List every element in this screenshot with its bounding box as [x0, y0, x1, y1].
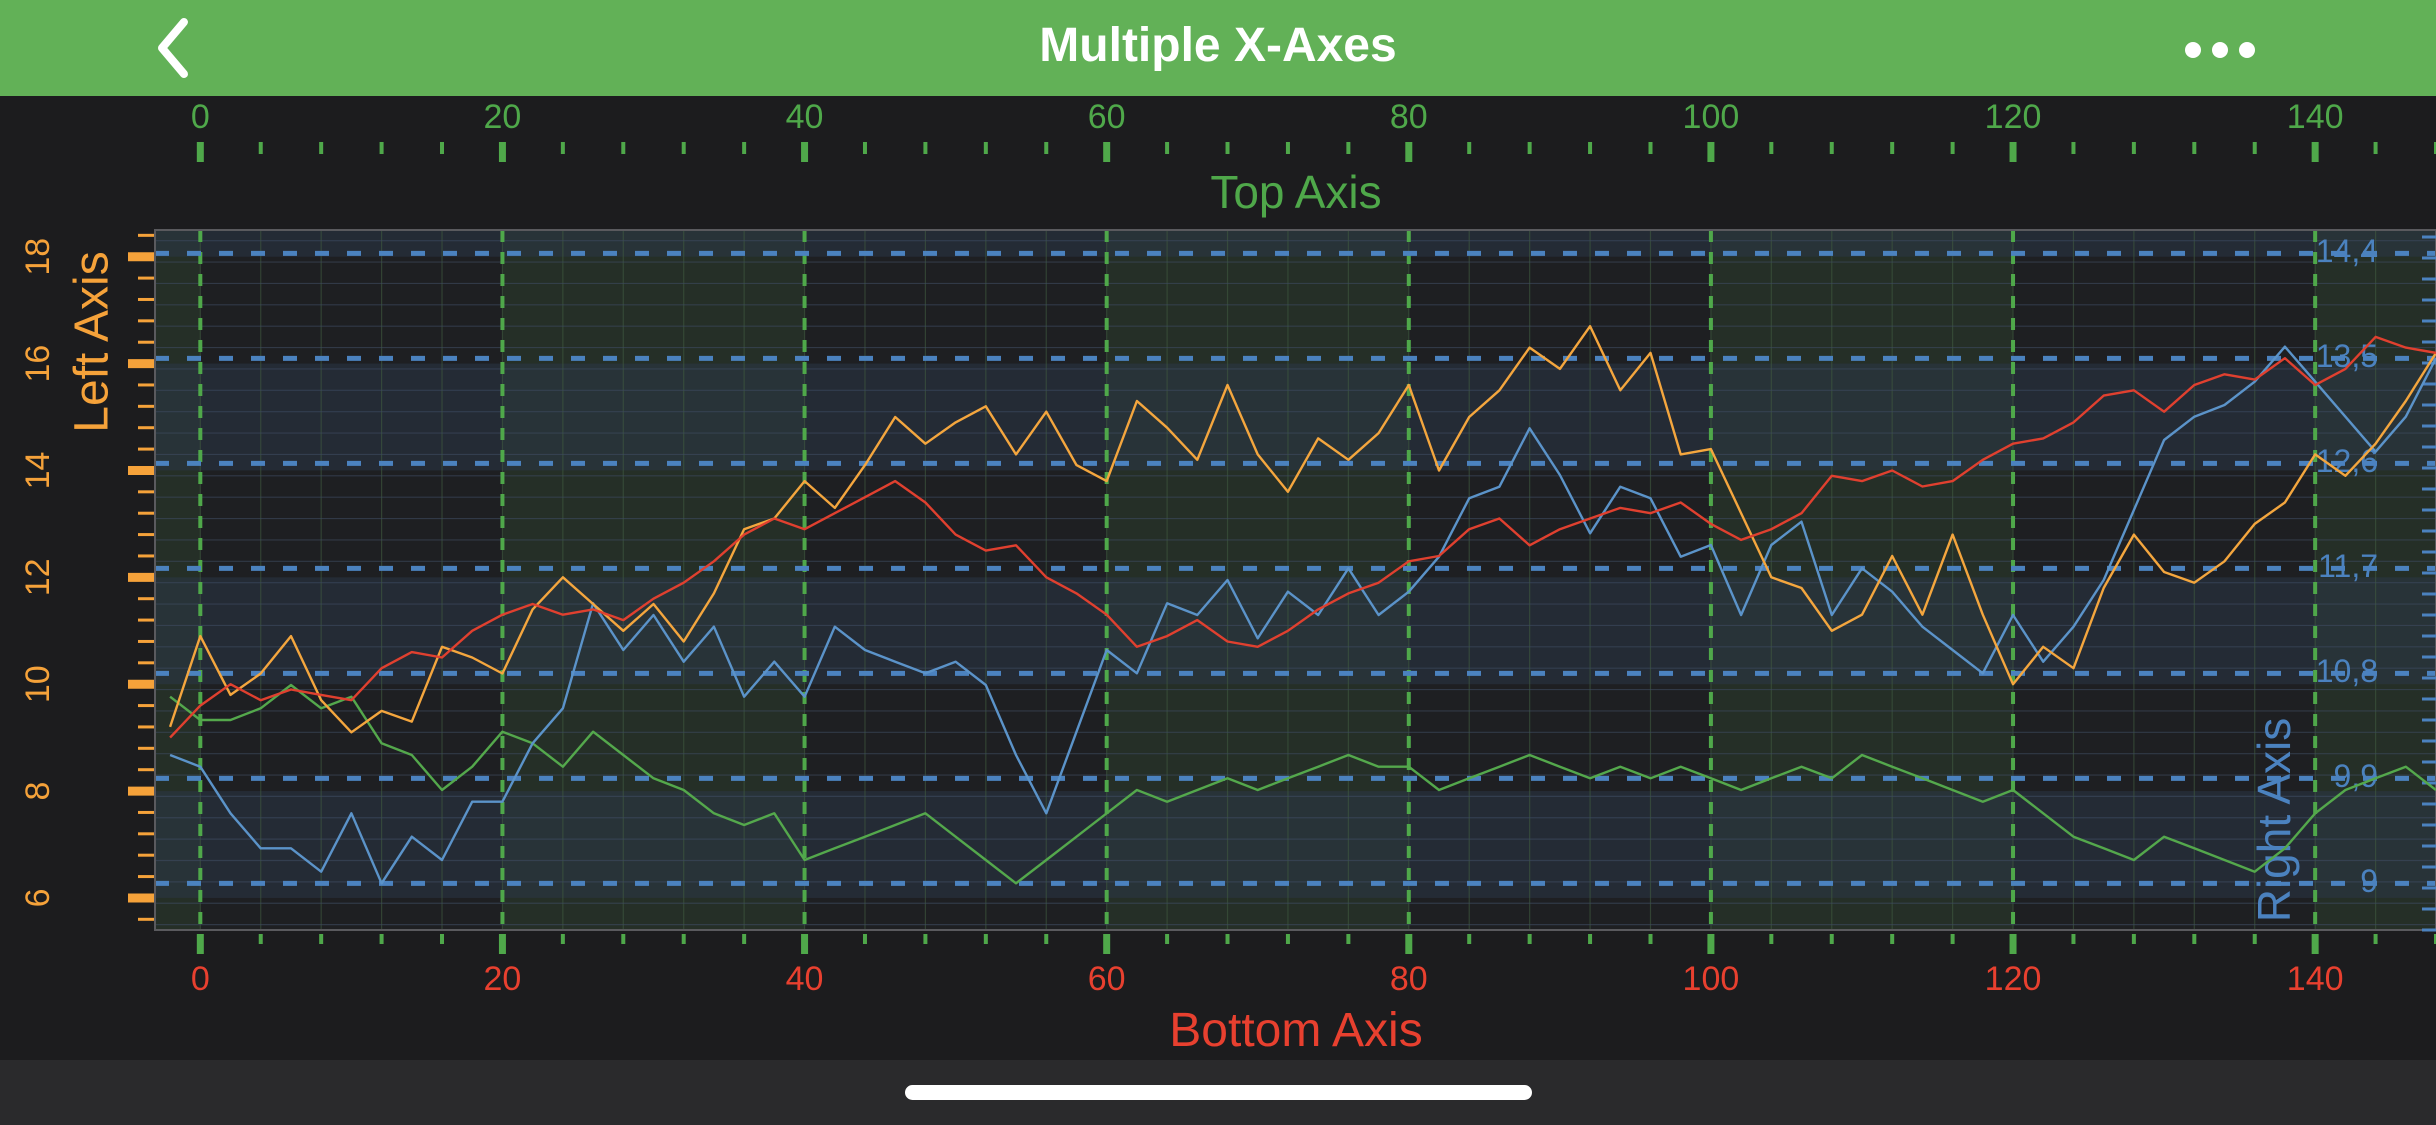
left-axis-tick-label: 8: [19, 782, 57, 801]
bottom-axis-tick-label: 0: [191, 960, 210, 998]
left-axis-tick-label: 10: [19, 665, 57, 703]
bottom-axis-tick-label: 20: [484, 960, 522, 998]
right-axis-title: Right Axis: [2248, 718, 2300, 923]
left-axis-title: Left Axis: [66, 251, 119, 432]
page-title: Multiple X-Axes: [1039, 19, 1397, 72]
multiple-x-axes-chart[interactable]: 0 20 40 60 80 100 120 140 Top Axis 0 20 40 60 80 100 12…: [0, 96, 2436, 1060]
top-axis-tick-label: 60: [1088, 98, 1126, 136]
bottom-axis-tick-label: 120: [1985, 960, 2042, 998]
home-indicator: [905, 1085, 1532, 1100]
top-axis-tick-label: 80: [1390, 98, 1428, 136]
top-axis-tick-label: 100: [1683, 98, 1740, 136]
navigation-bar: Multiple X-Axes: [0, 0, 2436, 96]
top-axis-title: Top Axis: [1210, 166, 1381, 218]
top-axis-tick-label: 140: [2287, 98, 2344, 136]
top-axis-tick-label: 0: [191, 98, 210, 136]
ellipsis-icon: [2185, 42, 2201, 58]
right-axis-tick-label: 9,9: [2334, 758, 2378, 794]
left-axis-tick-label: 12: [19, 558, 57, 596]
more-button[interactable]: [2175, 22, 2265, 74]
bottom-axis-tick-label: 40: [786, 960, 824, 998]
bottom-axis-title: Bottom Axis: [1169, 1004, 1422, 1057]
top-axis-tick-label: 20: [484, 98, 522, 136]
left-axis-tick-label: 14: [19, 452, 57, 490]
right-axis-tick-label: 9: [2360, 863, 2378, 899]
right-axis-tick-label: 11,7: [2318, 548, 2378, 584]
bottom-axis-tick-label: 60: [1088, 960, 1126, 998]
left-axis-tick-label: 16: [19, 345, 57, 383]
top-axis-tick-label: 120: [1985, 98, 2042, 136]
bottom-axis-tick-label: 140: [2287, 960, 2344, 998]
right-axis-tick-label: 14,4: [2316, 233, 2378, 269]
left-axis-tick-label: 6: [19, 888, 57, 907]
top-axis-tick-label: 40: [786, 98, 824, 136]
right-axis-tick-label: 10,8: [2316, 653, 2378, 689]
left-axis-tick-label: 18: [19, 238, 57, 276]
bottom-axis-tick-label: 80: [1390, 960, 1428, 998]
y-band: [155, 230, 2436, 257]
bottom-axis-tick-label: 100: [1683, 960, 1740, 998]
